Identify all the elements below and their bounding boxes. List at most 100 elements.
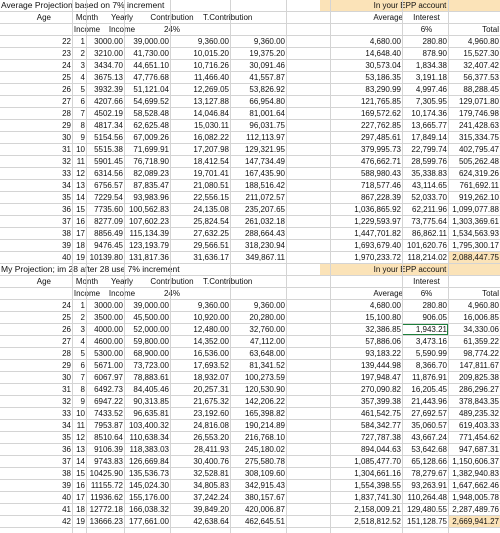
header-contribution[interactable]: Contribution — [142, 12, 202, 23]
cell-tcontribution[interactable]: 216,768.10 — [230, 432, 286, 443]
cell-total[interactable]: 1,150,606.37 — [448, 456, 500, 467]
cell-yearly-income[interactable]: 67,009.26 — [124, 132, 170, 143]
cell-contribution[interactable]: 9,360.00 — [170, 36, 230, 47]
cell-year[interactable]: 4 — [72, 336, 86, 347]
cell-interest[interactable]: 5,590.99 — [402, 348, 448, 359]
cell-yearly-income[interactable]: 93,983.96 — [124, 192, 170, 203]
cell-contribution[interactable]: 18,932.07 — [170, 372, 230, 383]
cell-year[interactable]: 16 — [72, 480, 86, 491]
cell-month-income[interactable]: 9743.83 — [86, 456, 124, 467]
cell-interest[interactable]: 21,443.96 — [402, 396, 448, 407]
cell-interest[interactable]: 129,480.55 — [402, 504, 448, 515]
cell-average[interactable]: 57,886.06 — [330, 336, 402, 347]
subheader-average[interactable]: Average — [274, 288, 404, 299]
cell-interest[interactable]: 906.05 — [402, 312, 448, 323]
cell-age[interactable]: 35 — [40, 192, 72, 203]
cell-total[interactable]: 56,377.53 — [448, 72, 500, 83]
cell-month-income[interactable]: 5671.00 — [86, 360, 124, 371]
cell-total[interactable]: 624,319.26 — [448, 168, 500, 179]
cell-year[interactable]: 15 — [72, 204, 86, 215]
cell-age[interactable]: 29 — [40, 360, 72, 371]
subheader-age[interactable] — [22, 288, 52, 299]
cell-tcontribution[interactable]: 190,214.89 — [230, 420, 286, 431]
cell-contribution[interactable]: 18,412.54 — [170, 156, 230, 167]
cell-contribution[interactable]: 30,400.76 — [170, 456, 230, 467]
header-contribution[interactable]: Contribution — [142, 276, 202, 287]
cell-year[interactable]: 2 — [72, 312, 86, 323]
cell-month-income[interactable]: 3434.70 — [86, 60, 124, 71]
cell-year[interactable]: 3 — [72, 324, 86, 335]
cell-yearly-income[interactable]: 90,313.85 — [124, 396, 170, 407]
cell-yearly-income[interactable]: 71,699.91 — [124, 144, 170, 155]
cell-tcontribution[interactable]: 288,664.43 — [230, 228, 286, 239]
cell-tcontribution[interactable]: 275,580.78 — [230, 456, 286, 467]
cell-average[interactable]: 718,577.46 — [330, 180, 402, 191]
cell-yearly-income[interactable]: 76,718.90 — [124, 156, 170, 167]
cell-year[interactable]: 12 — [72, 168, 86, 179]
cell-total[interactable]: 32,407.42 — [448, 60, 500, 71]
cell-average[interactable]: 2,158,009.21 — [330, 504, 402, 515]
cell-yearly-income[interactable]: 39,000.00 — [124, 36, 170, 47]
cell-interest[interactable]: 118,214.02 — [402, 252, 448, 263]
cell-year[interactable]: 13 — [72, 180, 86, 191]
subheader-interest[interactable]: 6% — [404, 24, 449, 35]
cell-total[interactable]: 4,960.80 — [448, 36, 500, 47]
cell-yearly-income[interactable]: 59,800.00 — [124, 336, 170, 347]
cell-average[interactable]: 4,680.00 — [330, 300, 402, 311]
cell-tcontribution[interactable]: 129,321.95 — [230, 144, 286, 155]
cell-age[interactable]: 38 — [40, 468, 72, 479]
cell-month-income[interactable]: 7229.54 — [86, 192, 124, 203]
cell-average[interactable]: 15,100.80 — [330, 312, 402, 323]
cell-average[interactable]: 461,542.75 — [330, 408, 402, 419]
cell-total[interactable]: 129,071.80 — [448, 96, 500, 107]
cell-interest[interactable]: 27,692.57 — [402, 408, 448, 419]
cell-year[interactable]: 8 — [72, 120, 86, 131]
cell-year[interactable]: 18 — [72, 504, 86, 515]
cell-year[interactable]: 14 — [72, 456, 86, 467]
cell-average[interactable]: 1,036,865.92 — [330, 204, 402, 215]
cell-average[interactable]: 357,399.38 — [330, 396, 402, 407]
cell-contribution[interactable]: 34,805.83 — [170, 480, 230, 491]
cell-age[interactable]: 32 — [40, 396, 72, 407]
cell-interest[interactable]: 110,264.48 — [402, 492, 448, 503]
cell-year[interactable]: 12 — [72, 432, 86, 443]
cell-total[interactable]: 4,960.80 — [448, 300, 500, 311]
cell-tcontribution[interactable]: 19,375.20 — [230, 48, 286, 59]
cell-contribution[interactable]: 39,849.20 — [170, 504, 230, 515]
cell-average[interactable]: 4,680.00 — [330, 36, 402, 47]
cell-month-income[interactable]: 9476.45 — [86, 240, 124, 251]
cell-month-income[interactable]: 7433.52 — [86, 408, 124, 419]
cell-average[interactable]: 1,693,679.40 — [330, 240, 402, 251]
cell-yearly-income[interactable]: 103,400.32 — [124, 420, 170, 431]
subheader-interest[interactable]: 6% — [404, 288, 449, 299]
cell-contribution[interactable]: 29,566.51 — [170, 240, 230, 251]
cell-age[interactable]: 24 — [40, 300, 72, 311]
cell-age[interactable]: 34 — [40, 180, 72, 191]
cell-age[interactable]: 26 — [40, 84, 72, 95]
cell-tcontribution[interactable]: 261,032.18 — [230, 216, 286, 227]
cell-yearly-income[interactable]: 52,000.00 — [124, 324, 170, 335]
cell-age[interactable]: 29 — [40, 120, 72, 131]
cell-tcontribution[interactable]: 120,530.90 — [230, 384, 286, 395]
cell-age[interactable]: 30 — [40, 372, 72, 383]
cell-total[interactable]: 315,334.75 — [448, 132, 500, 143]
cell-year[interactable]: 18 — [72, 240, 86, 251]
subheader-age[interactable] — [22, 24, 52, 35]
cell-tcontribution[interactable]: 53,826.92 — [230, 84, 286, 95]
cell-average[interactable]: 727,787.38 — [330, 432, 402, 443]
cell-yearly-income[interactable]: 123,193.79 — [124, 240, 170, 251]
cell-month-income[interactable]: 8856.49 — [86, 228, 124, 239]
subheader-yearly[interactable]: Income — [102, 288, 142, 299]
cell-interest[interactable]: 78,279.67 — [402, 468, 448, 479]
cell-average[interactable]: 53,186.35 — [330, 72, 402, 83]
cell-yearly-income[interactable]: 107,602.23 — [124, 216, 170, 227]
header-total[interactable] — [449, 12, 500, 23]
header-tcontribution[interactable]: T.Contribution — [202, 12, 274, 23]
cell-contribution[interactable]: 17,207.98 — [170, 144, 230, 155]
cell-tcontribution[interactable]: 147,734.49 — [230, 156, 286, 167]
cell-age[interactable]: 36 — [40, 204, 72, 215]
cell-contribution[interactable]: 12,480.00 — [170, 324, 230, 335]
cell-average[interactable]: 894,044.63 — [330, 444, 402, 455]
cell-month-income[interactable]: 4600.00 — [86, 336, 124, 347]
cell-yearly-income[interactable]: 78,883.61 — [124, 372, 170, 383]
